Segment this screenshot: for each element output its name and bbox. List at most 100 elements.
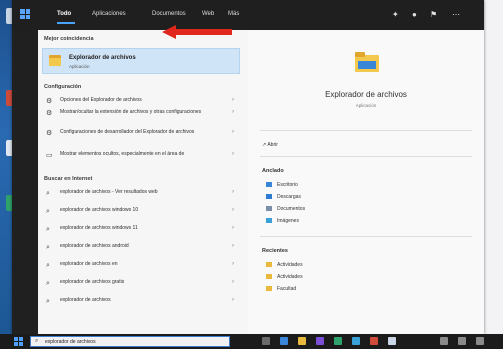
documents-icon <box>266 206 272 212</box>
divider <box>260 236 472 237</box>
edge-icon[interactable] <box>280 337 288 345</box>
web-result-label: explorador de archivos windows 11 <box>60 225 138 231</box>
app-icon[interactable] <box>370 337 378 345</box>
tab-documents[interactable]: Documentos <box>152 11 186 17</box>
folder-icon <box>266 286 272 292</box>
search-tabs-bar: Todo Aplicaciones Documentos Web Más ✦ ●… <box>12 0 484 30</box>
search-icon: ⌕ <box>46 244 50 251</box>
web-search-header: Buscar en Internet <box>44 176 93 182</box>
recent-header: Recientes <box>262 248 288 254</box>
best-match-subtitle: Aplicación <box>69 64 90 69</box>
settings-item[interactable]: ▭ Mostrar elementos ocultos, especialmen… <box>42 150 242 168</box>
chevron-right-icon: › <box>232 189 234 195</box>
settings-item[interactable]: ⚙ Opciones del Explorador de archivos › <box>42 96 242 106</box>
taskbar: ⌕ explorador de archivos <box>0 334 503 349</box>
options-icon: ⚙ <box>46 98 53 105</box>
search-icon: ⌕ <box>35 338 39 344</box>
photo-border <box>483 0 503 334</box>
search-panel: Todo Aplicaciones Documentos Web Más ✦ ●… <box>12 0 484 334</box>
web-result[interactable]: ⌕ explorador de archivos gratis › <box>42 278 242 288</box>
results-list: Mejor coincidencia Explorador de archivo… <box>38 30 248 334</box>
web-result-label: explorador de archivos gratis <box>60 279 125 285</box>
preview-title: Explorador de archivos <box>325 90 407 99</box>
tab-all[interactable]: Todo <box>57 11 71 17</box>
search-icon: ⌕ <box>46 190 50 197</box>
pictures-icon <box>266 218 272 224</box>
file-explorer-icon[interactable] <box>298 337 306 345</box>
tab-apps[interactable]: Aplicaciones <box>92 11 126 17</box>
settings-item-label: Mostrar/ocultar la extensión de archivos… <box>60 109 202 115</box>
folder-icon <box>355 52 379 72</box>
search-icon: ⌕ <box>46 262 50 269</box>
web-result[interactable]: ⌕ explorador de archivos windows 11 › <box>42 224 242 234</box>
pinned-header: Anclado <box>262 168 284 174</box>
web-result-label: explorador de archivos - Ver resultados … <box>60 189 158 195</box>
web-result-label: explorador de archivos <box>60 297 111 303</box>
desktop-folder-icon <box>266 182 272 188</box>
tab-active-indicator <box>57 22 75 24</box>
feedback-icon[interactable]: ⚑ <box>430 10 437 19</box>
system-tray-icon[interactable] <box>476 337 484 345</box>
chevron-right-icon: › <box>232 109 234 115</box>
taskbar-search-box[interactable]: ⌕ explorador de archivos <box>30 336 230 347</box>
more-options-icon[interactable]: ⋯ <box>452 10 460 19</box>
chevron-right-icon: › <box>232 297 234 303</box>
pinned-item[interactable]: Documentos <box>266 206 305 212</box>
display-icon: ▭ <box>46 152 53 159</box>
chevron-right-icon: › <box>232 207 234 213</box>
store-icon[interactable] <box>334 337 342 345</box>
pinned-item[interactable]: Descargas <box>266 194 301 200</box>
recent-item-label: Actividades <box>277 262 303 268</box>
search-icon: ⌕ <box>46 208 50 215</box>
chevron-right-icon: › <box>232 129 234 135</box>
web-result[interactable]: ⌕ explorador de archivos en › <box>42 260 242 270</box>
pinned-item-label: Documentos <box>277 206 306 212</box>
web-result[interactable]: ⌕ explorador de archivos windows 10 › <box>42 206 242 216</box>
task-view-icon[interactable] <box>262 337 270 345</box>
recent-item[interactable]: Actividades <box>266 274 303 280</box>
pinned-item[interactable]: Escritorio <box>266 182 298 188</box>
pinned-item-label: Imágenes <box>277 218 299 224</box>
start-button-icon[interactable] <box>14 337 23 346</box>
system-tray-icon[interactable] <box>458 337 466 345</box>
preview-subtitle: Aplicación <box>355 103 377 108</box>
open-icon: ↗ <box>262 142 267 148</box>
app-icon[interactable] <box>388 337 396 345</box>
search-icon: ⌕ <box>46 280 50 287</box>
web-result[interactable]: ⌕ explorador de archivos › <box>42 296 242 306</box>
chevron-right-icon: › <box>232 261 234 267</box>
web-result[interactable]: ⌕ explorador de archivos - Ver resultado… <box>42 188 242 198</box>
downloads-icon <box>266 194 272 200</box>
recent-item-label: Facultad <box>277 286 297 292</box>
recent-item-label: Actividades <box>277 274 303 280</box>
recent-item[interactable]: Actividades <box>266 262 303 268</box>
web-result-label: explorador de archivos windows 10 <box>60 207 139 213</box>
tab-web[interactable]: Web <box>202 11 214 17</box>
account-icon[interactable]: ● <box>412 10 417 19</box>
divider <box>260 130 472 131</box>
settings-item-label: Mostrar elementos ocultos, especialmente… <box>60 151 185 157</box>
chevron-right-icon: › <box>232 97 234 103</box>
search-icon: ⌕ <box>46 226 50 233</box>
settings-item[interactable]: ⚙ Mostrar/ocultar la extensión de archiv… <box>42 108 242 126</box>
folder-icon <box>266 262 272 268</box>
web-result[interactable]: ⌕ explorador de archivos android › <box>42 242 242 252</box>
tab-more[interactable]: Más <box>228 11 239 17</box>
folder-icon <box>266 274 272 280</box>
chevron-right-icon: › <box>232 225 234 231</box>
rewards-icon[interactable]: ✦ <box>392 10 399 19</box>
settings-icon: ⚙ <box>46 110 53 117</box>
system-tray-icon[interactable] <box>440 337 448 345</box>
folder-icon <box>49 55 61 66</box>
settings-item[interactable]: ⚙ Configuraciones de desarrollador del E… <box>42 128 242 146</box>
open-action[interactable]: ↗ Abrir <box>262 142 278 148</box>
pinned-item[interactable]: Imágenes <box>266 218 299 224</box>
chevron-right-icon: › <box>232 279 234 285</box>
best-match-item[interactable]: Explorador de archivos Aplicación <box>42 48 240 74</box>
teams-icon[interactable] <box>316 337 324 345</box>
settings-item-label: Opciones del Explorador de archivos <box>60 97 142 103</box>
recent-item[interactable]: Facultad <box>266 286 296 292</box>
web-result-label: explorador de archivos en <box>60 261 118 267</box>
mail-icon[interactable] <box>352 337 360 345</box>
pinned-item-label: Descargas <box>277 194 301 200</box>
